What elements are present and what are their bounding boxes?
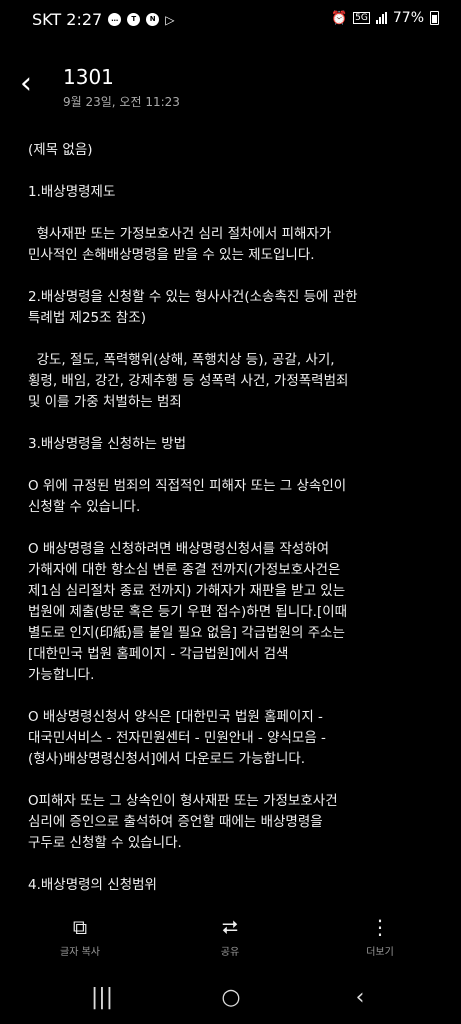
note-line: 제1심 심리절차 종료 전까지) 가해자가 재판을 받고 있는: [28, 583, 346, 599]
note-line: 신청할 수 있습니다.: [28, 499, 141, 515]
note-blank-line: [28, 518, 446, 539]
more-label: 더보기: [366, 947, 394, 958]
note-line: 구두로 신청할 수 있습니다.: [28, 835, 182, 851]
copy-text-label: 글자 복사: [60, 947, 100, 958]
signal-icon: [375, 12, 387, 24]
note-line: 형사재판 또는 가정보호사건 심리 절차에서 피해자가: [28, 226, 332, 242]
note-line: 대국민서비스 - 전자민원센터 - 민원안내 - 양식모음 -: [28, 730, 326, 746]
note-line: 1.배상명령제도: [28, 184, 116, 200]
battery-icon: [430, 11, 439, 25]
note-line: 가해자에 대한 항소심 변론 종결 전까지(가정보호사건은: [28, 562, 341, 578]
note-line: 민사적인 손해배상명령을 받을 수 있는 제도입니다.: [28, 247, 315, 263]
recent-apps-icon: |||: [90, 985, 114, 1010]
note-line: 3.배상명령을 신청하는 방법: [28, 436, 187, 452]
note-blank-line: [28, 770, 446, 791]
note-blank-line: [28, 455, 446, 476]
alarm-icon: ⏰: [330, 10, 348, 26]
note-line: (제목 없음): [28, 142, 93, 158]
carrier-time: SKT 2:27: [32, 10, 103, 29]
share-button[interactable]: ⮂ 공유: [170, 913, 290, 958]
note-blank-line: [28, 203, 446, 224]
note-line: 심리에 증인으로 출석하여 증언할 때에는 배상명령을: [28, 814, 323, 830]
more-vertical-icon: ⋮: [370, 915, 390, 939]
note-blank-line: [28, 161, 446, 182]
system-nav-bar: ||| ○ ‹: [0, 975, 461, 1024]
copy-text-button[interactable]: ⧉ 글자 복사: [20, 913, 140, 958]
home-icon: ○: [221, 985, 241, 1010]
note-line: (형사)배상명령신청서]에서 다운로드 가능합니다.: [28, 751, 306, 767]
note-blank-line: [28, 413, 446, 434]
back-nav-button[interactable]: ‹: [340, 983, 380, 1013]
note-line: 별도로 인지(印紙)를 붙일 필요 없음] 각급법원의 주소는: [28, 625, 345, 641]
status-bar: SKT 2:27 … T N ▷ ⏰ 5G 77%: [0, 0, 461, 40]
action-bar: ⧉ 글자 복사 ⮂ 공유 ⋮ 더보기: [0, 905, 461, 975]
note-blank-line: [28, 329, 446, 350]
note-line: O 위에 규정된 범죄의 직접적인 피해자 또는 그 상속인이: [28, 478, 347, 494]
battery-percent: 77%: [392, 10, 424, 26]
play-icon: ▷: [165, 12, 175, 27]
note-header: ‹ 1301 9월 23일, 오전 11:23: [0, 55, 461, 115]
note-line: 특례법 제25조 참조): [28, 310, 146, 326]
note-line: O피해자 또는 그 상속인이 형사재판 또는 가정보호사건: [28, 793, 338, 809]
more-button[interactable]: ⋮ 더보기: [320, 913, 440, 958]
note-blank-line: [28, 266, 446, 287]
note-line: 2.배상명령을 신청할 수 있는 형사사건(소송촉진 등에 관한: [28, 289, 358, 305]
note-line: 4.배상명령의 신청범위: [28, 877, 157, 893]
back-button[interactable]: ‹: [20, 67, 50, 101]
note-line: 법원에 제출(방문 혹은 등기 우편 접수)하면 됩니다.[이때: [28, 604, 348, 620]
back-nav-icon: ‹: [355, 985, 365, 1010]
network-type: 5G: [353, 12, 370, 24]
note-line: 횡령, 배임, 강간, 강제추행 등 성폭력 사건, 가정폭력범죄: [28, 373, 349, 389]
note-blank-line: [28, 854, 446, 875]
note-line: 가능합니다.: [28, 667, 95, 683]
home-button[interactable]: ○: [211, 983, 251, 1013]
note-blank-line: [28, 686, 446, 707]
note-line: O 배상명령을 신청하려면 배상명령신청서를 작성하여: [28, 541, 330, 557]
note-date: 9월 23일, 오전 11:23: [63, 95, 180, 109]
n-icon: N: [146, 13, 160, 26]
chevron-left-icon: ‹: [20, 66, 32, 101]
chat-icon: …: [108, 13, 122, 26]
share-icon: ⮂: [222, 915, 238, 939]
recent-apps-button[interactable]: |||: [82, 983, 122, 1013]
talk-icon: T: [127, 13, 141, 26]
note-body[interactable]: (제목 없음) 1.배상명령제도 형사재판 또는 가정보호사건 심리 절차에서 피…: [28, 140, 446, 902]
note-line: [대한민국 법원 홈페이지 - 각급법원]에서 검색: [28, 646, 289, 662]
note-line: 강도, 절도, 폭력행위(상해, 폭행치상 등), 공갈, 사기,: [28, 352, 335, 368]
note-line: O 배상명령신청서 양식은 [대한민국 법원 홈페이지 -: [28, 709, 323, 725]
share-label: 공유: [220, 947, 240, 958]
note-title: 1301: [63, 65, 114, 89]
copy-icon: ⧉: [72, 915, 88, 939]
note-line: 및 이를 가중 처벌하는 범죄: [28, 394, 182, 410]
